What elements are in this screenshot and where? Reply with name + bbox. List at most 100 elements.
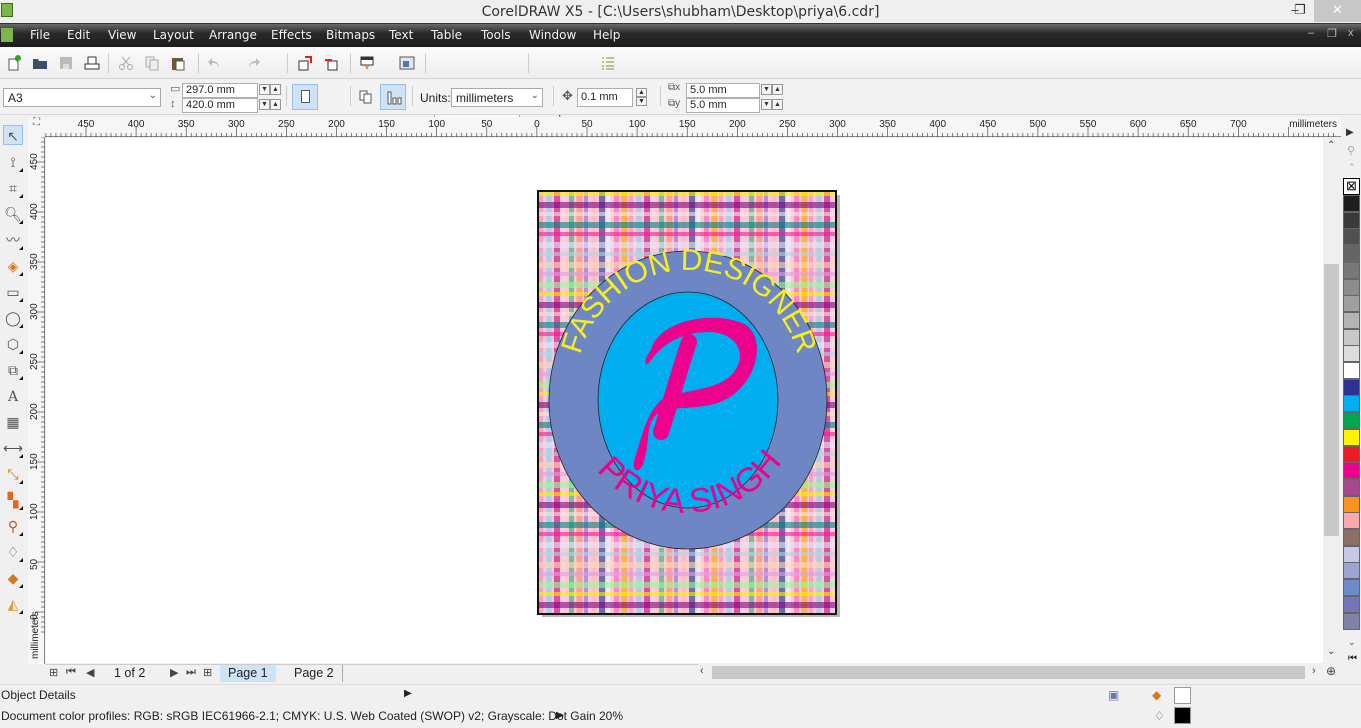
redo-icon[interactable]	[246, 55, 262, 71]
tab-page-2[interactable]: Page 2	[286, 665, 343, 682]
palette-end-icon[interactable]: ⏮	[1348, 653, 1357, 664]
save-icon[interactable]	[58, 55, 74, 71]
export-icon[interactable]	[323, 55, 339, 71]
add-page-after-icon[interactable]: ⊞	[203, 666, 212, 679]
duplicate-distance-y-field[interactable]: 5.0 mm	[686, 98, 760, 113]
palette-swatch[interactable]	[1343, 211, 1360, 229]
page-width-field[interactable]: 297.0 mm	[182, 83, 258, 98]
dimension-tool[interactable]: ⟷	[3, 438, 23, 458]
palette-swatch[interactable]	[1343, 245, 1360, 263]
palette-swatch[interactable]	[1343, 428, 1360, 446]
palette-swatch[interactable]	[1343, 512, 1360, 530]
ellipse-tool[interactable]: ◯	[3, 308, 23, 328]
palette-swatch[interactable]	[1343, 261, 1360, 279]
nudge-up[interactable]: ▲	[636, 88, 647, 97]
scroll-left-icon[interactable]: ‹	[700, 665, 704, 677]
palette-swatch[interactable]	[1343, 579, 1360, 597]
palette-scroll-down-icon[interactable]: ⌄	[1348, 637, 1356, 648]
pick-tool[interactable]: ↖	[3, 125, 23, 145]
connector-tool[interactable]: ⤡	[3, 464, 23, 484]
page-width-up[interactable]: ▲	[270, 84, 281, 95]
fill-color-swatch[interactable]	[1174, 687, 1191, 704]
fashion-designer-logo-artwork[interactable]: FASHION DESIGNER PRIYA SINGH	[539, 192, 835, 613]
menu-help[interactable]: Help	[593, 28, 620, 42]
all-pages-icon[interactable]	[358, 89, 374, 105]
scroll-up-icon[interactable]: ⌃	[1327, 140, 1335, 151]
menu-edit[interactable]: Edit	[67, 28, 90, 42]
new-document-icon[interactable]	[6, 55, 22, 71]
ruler-origin[interactable]: ⛶	[28, 117, 45, 137]
menu-arrange[interactable]: Arrange	[209, 28, 257, 42]
zoom-navigator-icon[interactable]: ⊕	[1326, 664, 1336, 678]
palette-swatch[interactable]	[1343, 612, 1360, 630]
page-height-down[interactable]: ▼	[259, 99, 270, 110]
palette-swatch[interactable]	[1343, 478, 1360, 496]
previous-page-icon[interactable]: ◀	[86, 666, 94, 679]
scroll-down-icon[interactable]: ⌄	[1327, 646, 1335, 657]
polygon-tool[interactable]: ⬡	[3, 334, 23, 354]
menu-layout[interactable]: Layout	[153, 28, 194, 42]
drawing-canvas[interactable]: FASHION DESIGNER PRIYA SINGH	[46, 138, 1323, 663]
horizontal-scrollbar[interactable]: ‹ › ⊕	[698, 664, 1341, 681]
tab-page-1[interactable]: Page 1	[220, 665, 276, 682]
paste-icon[interactable]	[170, 55, 186, 71]
welcome-screen-icon[interactable]	[399, 55, 415, 71]
object-details-expand-icon[interactable]: ▶	[404, 688, 412, 699]
text-tool[interactable]: A	[3, 386, 23, 406]
vertical-scroll-thumb[interactable]	[1324, 264, 1339, 536]
zoom-tool[interactable]: 🔍︎	[3, 204, 23, 224]
scroll-right-icon[interactable]: ›	[1312, 665, 1316, 677]
dup-y-up[interactable]: ▲	[772, 99, 783, 110]
print-icon[interactable]	[84, 55, 100, 71]
cut-icon[interactable]	[118, 55, 134, 71]
outline-tool[interactable]: ♢	[3, 542, 23, 562]
page-height-up[interactable]: ▲	[270, 99, 281, 110]
menu-effects[interactable]: Effects	[271, 28, 312, 42]
palette-swatch[interactable]	[1343, 378, 1360, 396]
palette-swatch[interactable]	[1343, 278, 1360, 296]
color-proof-icon[interactable]: ▣	[1108, 688, 1119, 702]
shape-tool[interactable]: ⟟	[3, 152, 23, 172]
palette-swatch[interactable]	[1343, 595, 1360, 613]
fill-tool[interactable]: ◆	[3, 568, 23, 588]
palette-flyout-icon[interactable]: ▶	[1346, 127, 1354, 138]
palette-swatch[interactable]	[1343, 412, 1360, 430]
palette-swatch[interactable]	[1343, 395, 1360, 413]
first-page-icon[interactable]: ⏮	[66, 666, 76, 679]
nudge-distance-field[interactable]: 0.1 mm	[577, 88, 633, 107]
menu-bitmaps[interactable]: Bitmaps	[326, 28, 375, 42]
color-profiles-text[interactable]: Document color profiles: RGB: sRGB IEC61…	[1, 709, 623, 723]
table-tool[interactable]: ▦	[3, 412, 23, 432]
last-page-icon[interactable]: ⏭	[186, 666, 196, 679]
palette-swatch[interactable]	[1343, 445, 1360, 463]
palette-swatch[interactable]	[1343, 562, 1360, 580]
horizontal-ruler[interactable]: 450 400 350 300 250 200 150 100 50 0 50 100 150 200 25…	[45, 117, 1341, 137]
doc-close-button[interactable]: x	[1348, 27, 1354, 39]
document-page[interactable]: FASHION DESIGNER PRIYA SINGH	[537, 190, 837, 615]
document-icon[interactable]	[1, 28, 13, 42]
doc-restore-button[interactable]: ❐	[1327, 27, 1337, 40]
horizontal-scroll-thumb[interactable]	[712, 666, 1305, 679]
menu-table[interactable]: Table	[431, 28, 462, 42]
palette-swatch[interactable]	[1343, 462, 1360, 480]
restore-button[interactable]: ❐	[1286, 0, 1314, 22]
dup-x-down[interactable]: ▼	[761, 84, 772, 95]
doc-minimize-button[interactable]: –	[1308, 27, 1314, 39]
units-select[interactable]: millimeters ⌄	[451, 88, 543, 107]
freehand-tool[interactable]: 〰	[3, 230, 23, 250]
palette-swatch[interactable]	[1343, 328, 1360, 346]
copy-icon[interactable]	[144, 55, 160, 71]
rectangle-tool[interactable]: ▭	[3, 282, 23, 302]
import-icon[interactable]	[297, 55, 313, 71]
eyedropper-tool[interactable]: ⚲	[3, 516, 23, 536]
crop-tool[interactable]: ⌗	[3, 178, 23, 198]
palette-swatch[interactable]	[1343, 345, 1360, 363]
interactive-fill-tool[interactable]: ◭	[3, 594, 23, 614]
outline-color-swatch[interactable]	[1174, 707, 1191, 724]
options-icon[interactable]	[600, 55, 616, 71]
palette-swatch[interactable]	[1343, 195, 1360, 212]
menu-tools[interactable]: Tools	[481, 28, 511, 42]
menu-window[interactable]: Window	[529, 28, 576, 42]
application-launcher-icon[interactable]	[359, 55, 375, 71]
page-height-field[interactable]: 420.0 mm	[182, 98, 258, 113]
